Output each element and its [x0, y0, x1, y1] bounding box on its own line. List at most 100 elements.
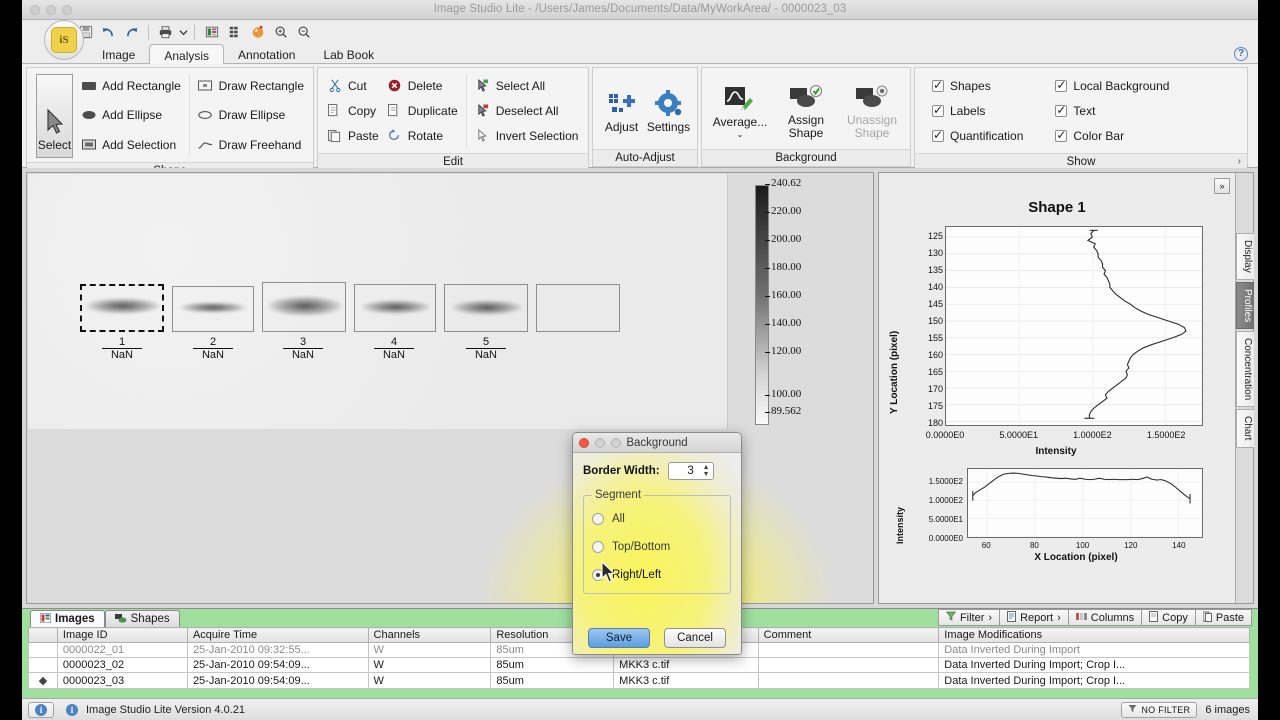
band-number-5: 5: [482, 336, 490, 348]
main-chart-ytick: 145: [927, 298, 943, 309]
paste-icon: [1202, 611, 1212, 625]
image-panel[interactable]: 1 NaN 2 NaN 3 NaN 4 NaN 5 NaN 240.62 220…: [26, 172, 874, 604]
draw-ellipse-button[interactable]: Draw Ellipse: [198, 103, 304, 128]
add-selection-label: Add Selection: [102, 137, 177, 152]
no-filter-badge[interactable]: NO FILTER: [1121, 701, 1198, 718]
unassign-shape-button[interactable]: Unassign Shape: [841, 77, 903, 140]
info-icon: i: [35, 703, 47, 716]
status-info-icon: i: [66, 703, 78, 716]
zoom-out-icon[interactable]: [292, 21, 315, 43]
print-dropdown-icon[interactable]: [177, 21, 189, 43]
grid-icon[interactable]: [223, 21, 246, 43]
palette-icon[interactable]: [246, 21, 269, 43]
average-button[interactable]: Average... ⌄: [709, 79, 771, 139]
select-tool-button[interactable]: Select: [36, 74, 74, 158]
border-width-stepper[interactable]: 3 ▲ ▼: [667, 462, 714, 480]
table-row[interactable]: 0000023_02 25-Jan-2010 09:54:09... W 85u…: [28, 657, 1250, 673]
col-acquire-time[interactable]: Acquire Time: [186, 627, 369, 643]
ribbon-group-show: Shapes Labels Quantification: [914, 67, 1248, 170]
radio-all[interactable]: All: [592, 505, 722, 533]
undo-icon[interactable]: [97, 21, 120, 43]
band-box-6-partial[interactable]: [536, 284, 620, 332]
checkbox-shapes[interactable]: Shapes: [932, 73, 1023, 98]
copy-button[interactable]: Copy: [327, 98, 379, 123]
workspace: 1 NaN 2 NaN 3 NaN 4 NaN 5 NaN 240.62 220…: [22, 168, 1258, 655]
shape-col-add: Add Rectangle Add Ellipse Add Selection: [77, 72, 185, 158]
col-sort-indicator[interactable]: [28, 627, 58, 643]
dialog-window-controls[interactable]: [579, 438, 621, 448]
cell-channels: W: [367, 672, 492, 689]
info-button[interactable]: i: [28, 701, 54, 718]
dialog-minimize-button[interactable]: [595, 438, 605, 448]
copy-label: Copy: [348, 103, 377, 118]
stepper-arrows-icon[interactable]: ▲ ▼: [703, 464, 710, 478]
image-table-icon[interactable]: [200, 21, 223, 43]
tab-analysis[interactable]: Analysis: [149, 44, 225, 65]
vtab-chart[interactable]: Chart: [1236, 409, 1254, 448]
bottom-copy-button[interactable]: Copy: [1141, 609, 1195, 626]
app-logo[interactable]: iS: [44, 20, 84, 60]
add-rectangle-button[interactable]: Add Rectangle: [81, 73, 181, 98]
checkbox-labels-label: Labels: [950, 103, 986, 118]
draw-rectangle-button[interactable]: Draw Rectangle: [198, 73, 304, 98]
dialog-close-button[interactable]: [579, 438, 589, 448]
zoom-in-icon[interactable]: [269, 21, 292, 43]
tab-annotation[interactable]: Annotation: [224, 44, 309, 64]
delete-icon: [387, 78, 402, 93]
radio-top-bottom[interactable]: Top/Bottom: [592, 533, 722, 561]
add-ellipse-button[interactable]: Add Ellipse: [81, 103, 181, 128]
vtab-display[interactable]: Display: [1236, 233, 1254, 280]
chevron-down-icon[interactable]: ⌄: [737, 131, 744, 139]
bottom-tab-shapes[interactable]: Shapes: [104, 610, 180, 627]
print-icon[interactable]: [154, 21, 177, 43]
dialog-save-button[interactable]: Save: [588, 628, 650, 648]
invert-selection-button[interactable]: Invert Selection: [475, 123, 578, 148]
checkbox-labels[interactable]: Labels: [932, 98, 1023, 123]
ribbon: Select Add Rectangle Add Ellipse Add Sel…: [22, 64, 1258, 179]
columns-button[interactable]: Columns: [1067, 609, 1142, 626]
band-value-3: NaN: [283, 348, 323, 361]
filter-button[interactable]: Filter ›: [937, 609, 1000, 626]
expand-panel-button[interactable]: »: [1214, 178, 1230, 194]
dialog-cancel-button[interactable]: Cancel: [664, 628, 726, 648]
col-image-modifications[interactable]: Image Modifications: [938, 627, 1250, 643]
gel-image-canvas[interactable]: 1 NaN 2 NaN 3 NaN 4 NaN 5 NaN: [28, 174, 728, 429]
add-selection-button[interactable]: Add Selection: [81, 132, 181, 157]
checkbox-quantification[interactable]: Quantification: [932, 123, 1023, 148]
redo-icon[interactable]: [120, 21, 143, 43]
deselect-all-button[interactable]: Deselect All: [475, 98, 579, 123]
dialog-maximize-button[interactable]: [611, 438, 621, 448]
bottom-tab-images[interactable]: Images: [30, 610, 105, 627]
cut-button[interactable]: Cut: [327, 73, 379, 98]
select-all-button[interactable]: Select All: [475, 73, 579, 98]
show-title-text: Show: [1066, 156, 1096, 168]
adjust-label: Adjust: [604, 119, 639, 134]
tab-image[interactable]: Image: [88, 44, 149, 64]
ribbon-group-auto-adjust: Adjust Settings Auto-Adjust: [592, 67, 698, 167]
table-row[interactable]: ◆ 0000023_03 25-Jan-2010 09:54:09... W 8…: [28, 672, 1250, 689]
deselect-all-label: Deselect All: [495, 103, 559, 118]
help-icon[interactable]: ?: [1234, 47, 1248, 61]
delete-button[interactable]: Delete: [387, 73, 458, 98]
draw-freehand-button[interactable]: Draw Freehand: [198, 132, 304, 157]
ribbon-group-shape: Select Add Rectangle Add Ellipse Add Sel…: [26, 67, 314, 179]
rotate-button[interactable]: Rotate: [387, 123, 458, 148]
background-dialog[interactable]: Background Border Width: 3 ▲ ▼ Segment A…: [572, 432, 742, 655]
rotate-label: Rotate: [407, 128, 444, 143]
duplicate-button[interactable]: Duplicate: [387, 98, 458, 123]
paste-button[interactable]: Paste: [327, 123, 379, 148]
bottom-paste-button[interactable]: Paste: [1194, 609, 1252, 626]
vtab-profiles[interactable]: Profiles: [1236, 281, 1254, 330]
checkbox-text[interactable]: Text: [1055, 98, 1169, 123]
col-comment[interactable]: Comment: [757, 627, 940, 643]
vtab-concentration[interactable]: Concentration: [1236, 331, 1254, 408]
settings-button[interactable]: Settings: [645, 84, 692, 134]
col-image-id[interactable]: Image ID: [56, 627, 188, 643]
report-button[interactable]: Report ›: [999, 609, 1068, 626]
checkbox-local-background[interactable]: Local Background: [1055, 73, 1169, 98]
tab-lab-book[interactable]: Lab Book: [309, 44, 388, 64]
adjust-button[interactable]: Adjust: [598, 84, 645, 134]
col-channels[interactable]: Channels: [367, 627, 492, 643]
checkbox-color-bar[interactable]: Color Bar: [1055, 123, 1169, 148]
assign-shape-button[interactable]: Assign Shape: [775, 77, 837, 140]
